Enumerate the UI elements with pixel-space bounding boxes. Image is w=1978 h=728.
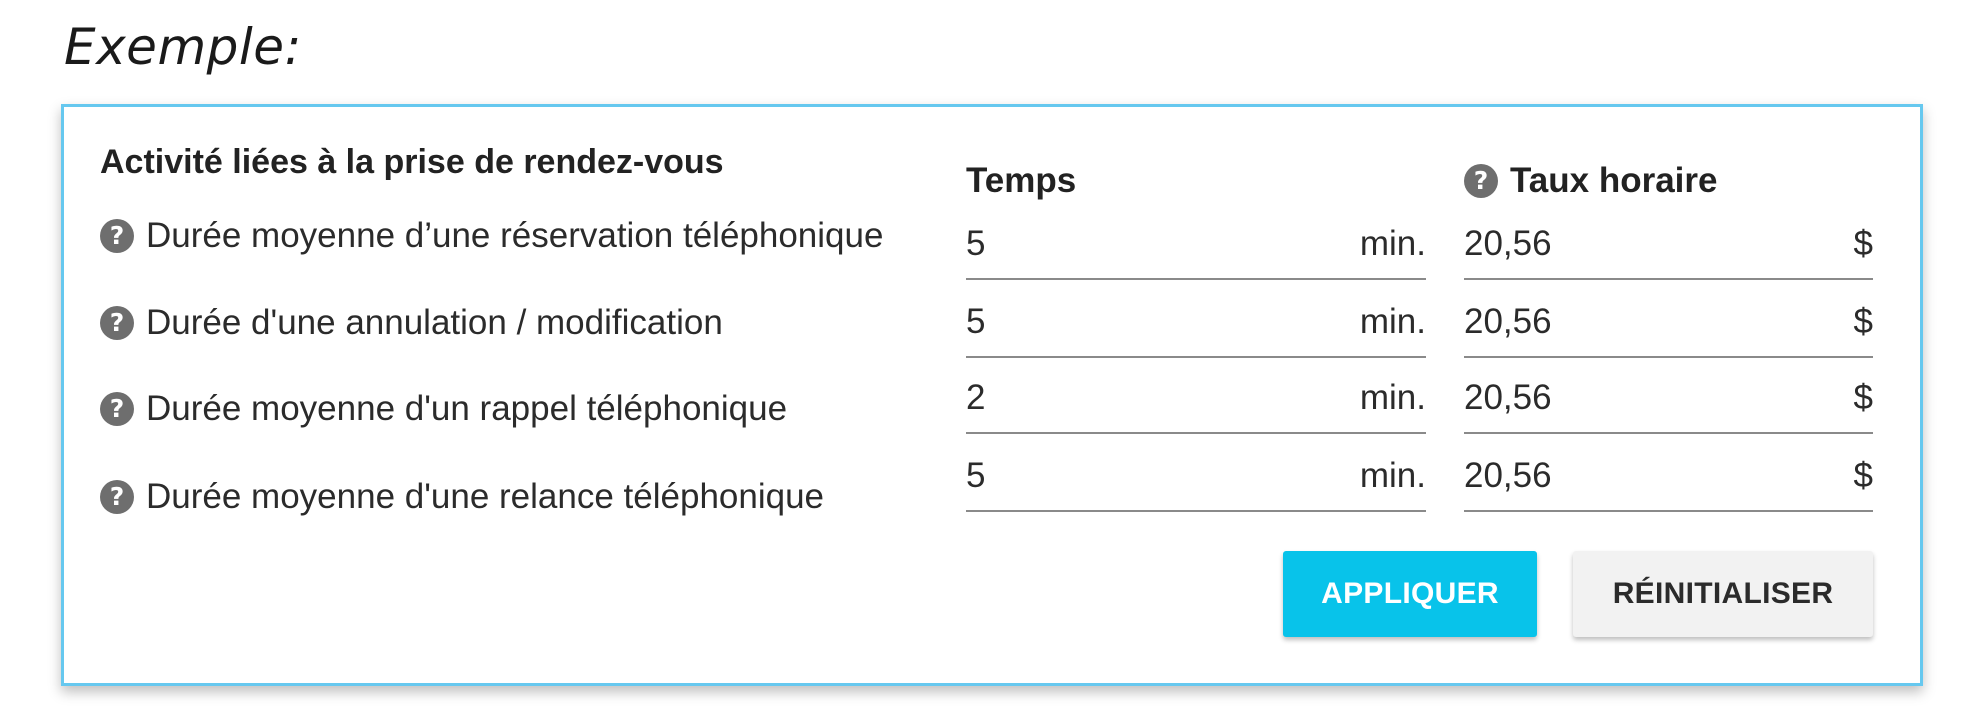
example-label: Exemple: <box>64 18 302 76</box>
section-title: Activité liées à la prise de rendez-vous <box>100 143 724 181</box>
taux-unit: $ <box>1853 302 1873 341</box>
taux-input-relance[interactable]: 20,56 $ <box>1464 452 1873 512</box>
taux-input-annulation[interactable]: 20,56 $ <box>1464 298 1873 358</box>
temps-unit: min. <box>1359 224 1426 263</box>
help-icon[interactable]: ? <box>100 480 134 514</box>
row-label-relance: ? Durée moyenne d'une relance téléphoniq… <box>100 477 824 517</box>
taux-input-rappel[interactable]: 20,56 $ <box>1464 374 1873 434</box>
temps-value: 5 <box>966 456 986 495</box>
temps-input-rappel[interactable]: 2 min. <box>966 374 1426 434</box>
help-icon[interactable]: ? <box>100 219 134 253</box>
help-icon[interactable]: ? <box>1464 164 1498 198</box>
help-icon[interactable]: ? <box>100 306 134 340</box>
temps-value: 2 <box>966 378 986 417</box>
temps-unit: min. <box>1359 456 1426 495</box>
row-label-text: Durée moyenne d'un rappel téléphonique <box>146 389 788 428</box>
row-label-text: Durée moyenne d’une réservation téléphon… <box>146 216 884 255</box>
taux-unit: $ <box>1853 378 1873 417</box>
row-label-rappel: ? Durée moyenne d'un rappel téléphonique <box>100 389 787 429</box>
taux-value: 20,56 <box>1464 456 1552 495</box>
taux-value: 20,56 <box>1464 302 1552 341</box>
column-header-taux: ? Taux horaire <box>1464 161 1717 201</box>
taux-unit: $ <box>1853 456 1873 495</box>
temps-input-relance[interactable]: 5 min. <box>966 452 1426 512</box>
apply-button[interactable]: APPLIQUER <box>1283 551 1537 637</box>
column-header-temps: Temps <box>966 161 1076 201</box>
row-label-annulation: ? Durée d'une annulation / modification <box>100 303 723 343</box>
temps-unit: min. <box>1359 378 1426 417</box>
row-label-reservation: ? Durée moyenne d’une réservation téléph… <box>100 216 883 256</box>
taux-input-reservation[interactable]: 20,56 $ <box>1464 220 1873 280</box>
help-icon[interactable]: ? <box>100 392 134 426</box>
temps-input-annulation[interactable]: 5 min. <box>966 298 1426 358</box>
column-header-taux-label: Taux horaire <box>1510 161 1718 200</box>
column-header-temps-label: Temps <box>966 161 1077 200</box>
temps-input-reservation[interactable]: 5 min. <box>966 220 1426 280</box>
taux-unit: $ <box>1853 224 1873 263</box>
temps-unit: min. <box>1359 302 1426 341</box>
taux-value: 20,56 <box>1464 224 1552 263</box>
temps-value: 5 <box>966 224 986 263</box>
temps-value: 5 <box>966 302 986 341</box>
taux-value: 20,56 <box>1464 378 1552 417</box>
row-label-text: Durée d'une annulation / modification <box>146 303 723 342</box>
reset-button[interactable]: RÉINITIALISER <box>1573 551 1873 637</box>
row-label-text: Durée moyenne d'une relance téléphonique <box>146 477 825 516</box>
